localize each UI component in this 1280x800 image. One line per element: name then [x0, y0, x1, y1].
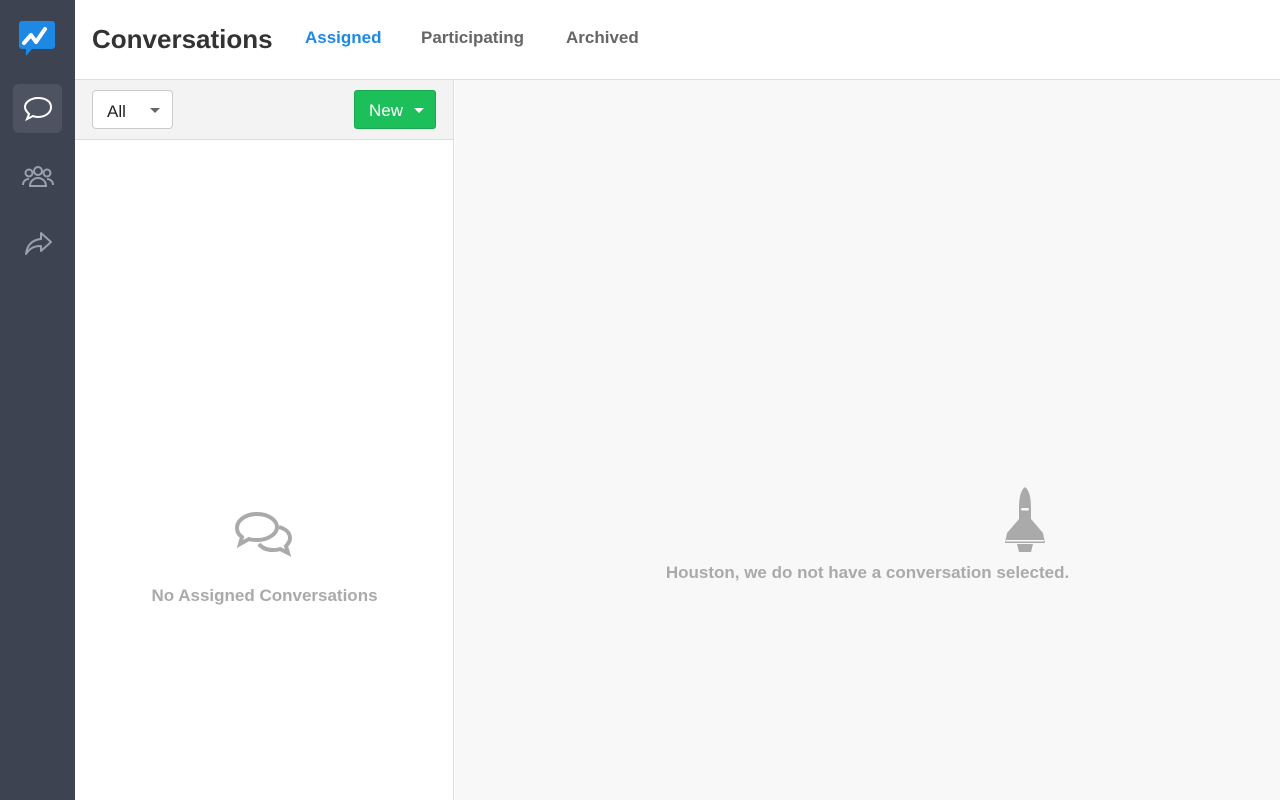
sidebar-item-conversations[interactable]: [13, 84, 62, 133]
chat-bubbles-icon: [234, 511, 293, 557]
tab-assigned[interactable]: Assigned: [305, 28, 382, 48]
conversation-detail: Houston, we do not have a conversation s…: [455, 80, 1280, 800]
sidebar: [0, 0, 75, 800]
no-selection-message: Houston, we do not have a conversation s…: [665, 563, 1070, 582]
filter-value: All: [107, 102, 126, 121]
header: Conversations Assigned Participating Arc…: [75, 0, 1280, 80]
tab-participating[interactable]: Participating: [421, 28, 524, 48]
page-title: Conversations: [92, 24, 273, 54]
sidebar-item-contacts[interactable]: [13, 152, 62, 201]
chat-bubble-icon: [23, 96, 52, 121]
filter-select[interactable]: All: [92, 90, 173, 129]
users-icon: [21, 165, 54, 187]
empty-list-message: No Assigned Conversations: [151, 586, 378, 605]
conversation-list: All New No Assigned Conversations: [75, 80, 454, 800]
share-arrow-icon: [24, 231, 52, 255]
new-button[interactable]: New: [354, 90, 436, 129]
chevron-down-icon: [150, 108, 160, 113]
tab-archived[interactable]: Archived: [566, 28, 639, 48]
sidebar-item-share[interactable]: [13, 219, 62, 268]
rocket-icon: [1005, 487, 1045, 552]
list-toolbar: All New: [75, 80, 453, 140]
chevron-down-icon: [414, 108, 424, 113]
new-button-label: New: [369, 101, 404, 120]
app-logo[interactable]: [18, 19, 56, 57]
